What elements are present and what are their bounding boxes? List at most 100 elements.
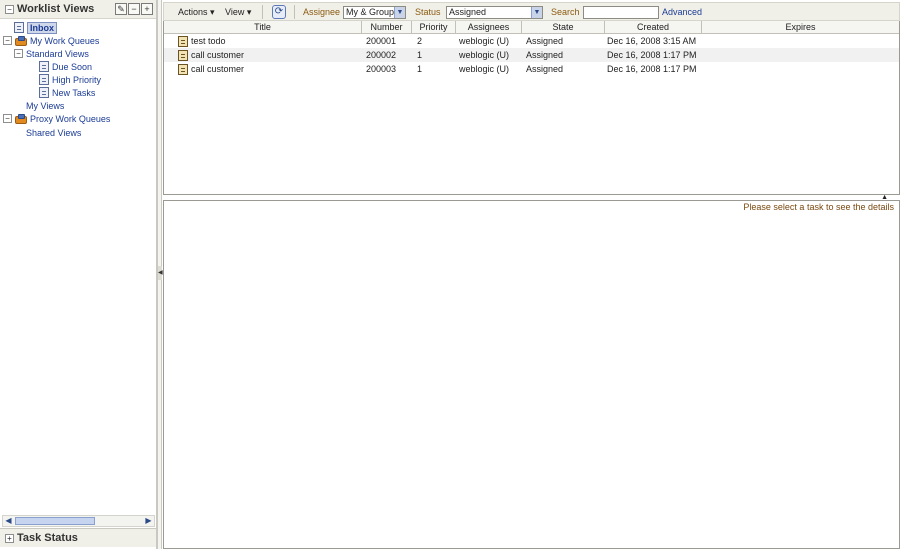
header-buttons: ✎ − + bbox=[115, 3, 153, 15]
collapse-left-icon[interactable]: ◀ bbox=[158, 266, 163, 280]
table-header: Title Number Priority Assignees State Cr… bbox=[164, 21, 899, 34]
tree-item-label: Inbox bbox=[27, 21, 57, 34]
task-status-title: Task Status bbox=[17, 532, 78, 544]
toolbar-divider bbox=[262, 5, 263, 19]
document-icon bbox=[39, 61, 49, 72]
chevron-down-icon: ▾ bbox=[210, 7, 215, 17]
edit-view-button[interactable]: ✎ bbox=[115, 3, 127, 15]
tree-item-label: High Priority bbox=[52, 74, 102, 85]
tree-item-shared-views[interactable]: Shared Views bbox=[26, 126, 81, 139]
cell-state: Assigned bbox=[526, 36, 564, 46]
refresh-icon[interactable]: ⟳ bbox=[272, 5, 286, 19]
actions-menu-label: Actions bbox=[178, 7, 208, 17]
chevron-down-icon: ▾ bbox=[246, 7, 252, 17]
toolbar-divider bbox=[294, 5, 295, 19]
assignee-label: Assignee bbox=[303, 7, 341, 17]
chevron-down-icon[interactable]: ▼ bbox=[394, 7, 405, 18]
view-menu-label: View bbox=[225, 7, 245, 17]
table-row[interactable]: test todo 200001 2 weblogic (U) Assigned… bbox=[164, 34, 899, 48]
cell-priority: 2 bbox=[417, 36, 423, 46]
tree-item-due-soon[interactable]: Due Soon bbox=[39, 60, 92, 73]
task-list-table: Title Number Priority Assignees State Cr… bbox=[163, 21, 900, 195]
worklist-views-header: − Worklist Views ✎ − + bbox=[0, 0, 156, 19]
tree-item-new-tasks[interactable]: New Tasks bbox=[39, 86, 95, 99]
advanced-search-link[interactable]: Advanced bbox=[662, 3, 702, 21]
status-label: Status bbox=[415, 7, 441, 17]
tree-item-label: Shared Views bbox=[26, 127, 82, 138]
vertical-splitter[interactable]: ◀ bbox=[158, 0, 163, 549]
document-icon bbox=[14, 22, 24, 33]
column-header-expires[interactable]: Expires bbox=[702, 21, 899, 33]
details-placeholder-message: Please select a task to see the details bbox=[743, 202, 894, 212]
cell-priority: 1 bbox=[417, 50, 423, 60]
task-icon bbox=[178, 36, 188, 47]
table-row[interactable]: call customer 200002 1 weblogic (U) Assi… bbox=[164, 48, 899, 62]
tree-item-label: Proxy Work Queues bbox=[30, 113, 111, 124]
collapse-panel-icon[interactable]: − bbox=[5, 5, 14, 14]
scrollbar-thumb[interactable] bbox=[15, 517, 95, 525]
cell-created: Dec 16, 2008 1:17 PM bbox=[607, 64, 697, 74]
column-header-priority[interactable]: Priority bbox=[412, 21, 456, 33]
column-header-number[interactable]: Number bbox=[362, 21, 412, 33]
cell-state: Assigned bbox=[526, 64, 564, 74]
tree-item-standard-views[interactable]: − Standard Views bbox=[14, 47, 89, 60]
cell-created: Dec 16, 2008 1:17 PM bbox=[607, 50, 697, 60]
cell-assignees: weblogic (U) bbox=[459, 36, 510, 46]
scroll-right-icon[interactable]: ▶ bbox=[143, 516, 154, 526]
task-toolbar: Actions ▾ View ▾ ⟳ Assignee My & Group ▼… bbox=[163, 2, 900, 21]
column-header-created[interactable]: Created bbox=[605, 21, 702, 33]
tree-item-high-priority[interactable]: High Priority bbox=[39, 73, 101, 86]
status-select[interactable]: Assigned ▼ bbox=[446, 6, 543, 19]
tree-item-label: Due Soon bbox=[52, 61, 93, 72]
actions-menu[interactable]: Actions ▾ bbox=[178, 3, 215, 21]
tree-item-inbox[interactable]: Inbox bbox=[14, 21, 57, 34]
cell-state: Assigned bbox=[526, 50, 564, 60]
cell-title: call customer bbox=[191, 50, 245, 60]
cell-title: test todo bbox=[191, 36, 226, 46]
document-icon bbox=[39, 74, 49, 85]
collapse-icon[interactable]: − bbox=[3, 114, 12, 123]
scroll-left-icon[interactable]: ◀ bbox=[3, 516, 14, 526]
collapse-icon[interactable]: − bbox=[3, 36, 12, 45]
cell-number: 200001 bbox=[366, 36, 397, 46]
tree-item-proxy-work-queues[interactable]: − Proxy Work Queues bbox=[3, 112, 110, 125]
document-icon bbox=[39, 87, 49, 98]
search-label: Search bbox=[551, 7, 580, 17]
tree-item-label: My Views bbox=[26, 100, 65, 111]
collapse-icon[interactable]: − bbox=[14, 49, 23, 58]
task-details-panel: Please select a task to see the details bbox=[163, 200, 900, 549]
column-header-assignees[interactable]: Assignees bbox=[456, 21, 522, 33]
task-icon bbox=[178, 50, 188, 61]
status-select-value: Assigned bbox=[449, 7, 487, 17]
remove-view-button[interactable]: − bbox=[128, 3, 140, 15]
cell-assignees: weblogic (U) bbox=[459, 64, 510, 74]
cell-assignees: weblogic (U) bbox=[459, 50, 510, 60]
table-row[interactable]: call customer 200003 1 weblogic (U) Assi… bbox=[164, 62, 899, 76]
cell-priority: 1 bbox=[417, 64, 423, 74]
cell-number: 200003 bbox=[366, 64, 397, 74]
assignee-select[interactable]: My & Group ▼ bbox=[343, 6, 406, 19]
cell-number: 200002 bbox=[366, 50, 397, 60]
task-status-section[interactable]: + Task Status bbox=[0, 528, 156, 547]
chevron-down-icon[interactable]: ▼ bbox=[531, 7, 542, 18]
cell-title: call customer bbox=[191, 64, 245, 74]
tree-item-label: New Tasks bbox=[52, 87, 96, 98]
cell-created: Dec 16, 2008 3:15 AM bbox=[607, 36, 697, 46]
queue-icon bbox=[15, 113, 27, 124]
horizontal-scrollbar[interactable]: ◀ ▶ bbox=[2, 515, 155, 527]
task-icon bbox=[178, 64, 188, 75]
assignee-select-value: My & Group bbox=[346, 7, 395, 17]
tree-item-my-work-queues[interactable]: − My Work Queues bbox=[3, 34, 99, 47]
worklist-views-panel: − Worklist Views ✎ − + Inbox − My Work Q… bbox=[0, 0, 158, 549]
column-header-state[interactable]: State bbox=[522, 21, 605, 33]
search-input[interactable] bbox=[583, 6, 659, 19]
worklist-views-title: Worklist Views bbox=[17, 3, 95, 15]
tree-item-label: Standard Views bbox=[26, 48, 89, 59]
queue-icon bbox=[15, 35, 27, 46]
column-header-title[interactable]: Title bbox=[164, 21, 362, 33]
add-view-button[interactable]: + bbox=[141, 3, 153, 15]
view-menu[interactable]: View ▾ bbox=[225, 3, 251, 21]
expand-icon[interactable]: + bbox=[5, 534, 14, 543]
tree-item-label: My Work Queues bbox=[30, 35, 100, 46]
tree-item-my-views[interactable]: My Views bbox=[26, 99, 64, 112]
